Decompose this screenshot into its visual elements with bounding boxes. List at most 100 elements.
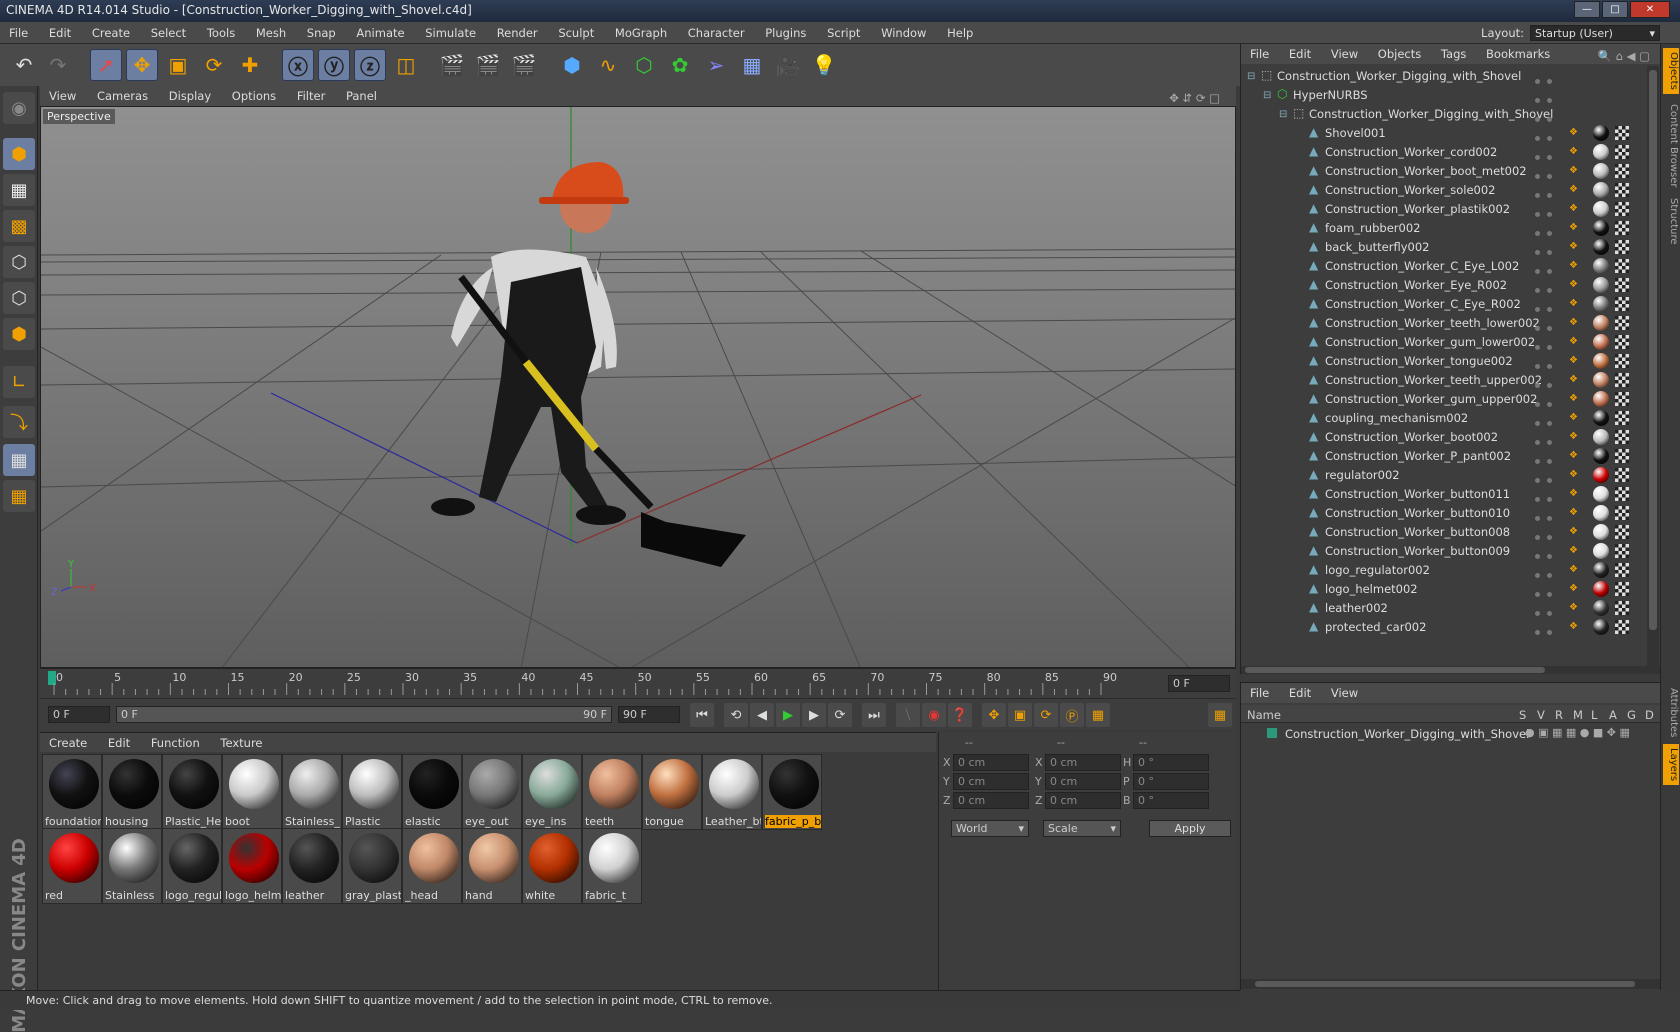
object-row[interactable]: ▲ Construction_Worker_gum_lower002 ❖: [1241, 332, 1646, 352]
visibility-dots[interactable]: [1535, 472, 1563, 483]
visibility-dots[interactable]: [1535, 548, 1563, 559]
menu-help[interactable]: Help: [938, 22, 981, 40]
current-frame-field[interactable]: 0 F: [1168, 675, 1230, 692]
spline-icon[interactable]: ∿: [592, 49, 624, 81]
uvw-tag-icon[interactable]: [1615, 316, 1629, 330]
object-row[interactable]: ▲ logo_regulator002 ❖: [1241, 560, 1646, 580]
coord-value-field[interactable]: 0 °: [1133, 773, 1209, 790]
visibility-dots[interactable]: [1535, 624, 1563, 635]
phong-tag-icon[interactable]: ❖: [1569, 412, 1581, 424]
viewport-menu-options[interactable]: Options: [223, 86, 284, 103]
phong-tag-icon[interactable]: ❖: [1569, 469, 1581, 481]
phong-tag-icon[interactable]: ❖: [1569, 203, 1581, 215]
mograph-icon[interactable]: ✿: [664, 49, 696, 81]
camera-icon[interactable]: 🎥: [772, 49, 804, 81]
phong-tag-icon[interactable]: ❖: [1569, 184, 1581, 196]
object-row[interactable]: ▲ Construction_Worker_C_Eye_L002 ❖: [1241, 256, 1646, 276]
object-row[interactable]: ▲ Construction_Worker_P_pant002 ❖: [1241, 446, 1646, 466]
material-swatch[interactable]: tongue: [642, 754, 702, 830]
uvw-tag-icon[interactable]: [1615, 620, 1629, 634]
material-tag-icon[interactable]: [1593, 182, 1609, 198]
material-tag-icon[interactable]: [1593, 581, 1609, 597]
tab-objects[interactable]: Objects: [1663, 48, 1679, 94]
visibility-dots[interactable]: [1535, 92, 1563, 103]
minimize-button[interactable]: —: [1574, 1, 1600, 18]
visibility-dots[interactable]: [1535, 510, 1563, 521]
tab-attributes[interactable]: Attributes: [1663, 684, 1679, 741]
material-tag-icon[interactable]: [1593, 562, 1609, 578]
timeline-ruler[interactable]: 0 5 10 15 20 25 30 35 40 45 50 55 60 65 70 75 80 85 90 0 F: [40, 668, 1236, 698]
nurbs-icon[interactable]: ⬡: [628, 49, 660, 81]
cube-primitive-icon[interactable]: ⬢: [556, 49, 588, 81]
close-button[interactable]: ✕: [1630, 1, 1670, 18]
object-row[interactable]: ▲ Shovel001 ❖: [1241, 123, 1646, 143]
menu-create[interactable]: Create: [83, 22, 138, 40]
object-row[interactable]: ▲ regulator002 ❖: [1241, 465, 1646, 485]
goto-end-icon[interactable]: ⏭: [862, 703, 886, 727]
material-tag-icon[interactable]: [1593, 429, 1609, 445]
material-swatch[interactable]: elastic: [402, 754, 462, 830]
phong-tag-icon[interactable]: ❖: [1569, 241, 1581, 253]
material-tag-icon[interactable]: [1593, 391, 1609, 407]
goto-start-icon[interactable]: ⏮: [690, 703, 714, 727]
redo-icon[interactable]: ↷: [42, 49, 74, 81]
coord-value-field[interactable]: 0 cm: [953, 754, 1029, 771]
phong-tag-icon[interactable]: ❖: [1569, 165, 1581, 177]
uvw-tag-icon[interactable]: [1615, 164, 1629, 178]
material-tag-icon[interactable]: [1593, 163, 1609, 179]
obj-menu-view[interactable]: View: [1322, 44, 1365, 61]
prev-frame-icon[interactable]: ◀: [750, 703, 774, 727]
phong-tag-icon[interactable]: ❖: [1569, 374, 1581, 386]
viewport-nav-icons[interactable]: ✥ ⇵ ⟳ □: [1160, 88, 1228, 105]
workplane-icon[interactable]: ▩: [3, 210, 35, 242]
material-tag-icon[interactable]: [1593, 125, 1609, 141]
phong-tag-icon[interactable]: ❖: [1569, 336, 1581, 348]
visibility-dots[interactable]: [1535, 453, 1563, 464]
coord-value-field[interactable]: 0 °: [1133, 754, 1209, 771]
object-row[interactable]: ▲ leather002 ❖: [1241, 598, 1646, 618]
material-tag-icon[interactable]: [1593, 239, 1609, 255]
layout-dropdown[interactable]: Startup (User) ▾: [1530, 25, 1660, 41]
prev-key-icon[interactable]: ⟲: [724, 703, 748, 727]
object-row[interactable]: ▲ Construction_Worker_C_Eye_R002 ❖: [1241, 294, 1646, 314]
coord-value-field[interactable]: 0 cm: [953, 773, 1029, 790]
coord-value-field[interactable]: 0 cm: [1045, 754, 1121, 771]
coord-value-field[interactable]: 0 cm: [953, 792, 1029, 809]
snap-magnet-icon[interactable]: ⤵: [3, 406, 35, 438]
visibility-dots[interactable]: [1535, 130, 1563, 141]
phong-tag-icon[interactable]: ❖: [1569, 583, 1581, 595]
material-swatch[interactable]: _head: [402, 828, 462, 904]
phong-tag-icon[interactable]: ❖: [1569, 507, 1581, 519]
material-swatch[interactable]: boot: [222, 754, 282, 830]
phong-tag-icon[interactable]: ❖: [1569, 564, 1581, 576]
phong-tag-icon[interactable]: ❖: [1569, 602, 1581, 614]
menu-character[interactable]: Character: [679, 22, 753, 40]
polygons-mode-icon[interactable]: ⬢: [3, 318, 35, 350]
uvw-tag-icon[interactable]: [1615, 563, 1629, 577]
object-row[interactable]: ▲ Construction_Worker_sole002 ❖: [1241, 180, 1646, 200]
edges-mode-icon[interactable]: ⬡: [3, 282, 35, 314]
material-tag-icon[interactable]: [1593, 296, 1609, 312]
material-menu-function[interactable]: Function: [142, 733, 208, 750]
uvw-tag-icon[interactable]: [1615, 506, 1629, 520]
uvw-tag-icon[interactable]: [1615, 601, 1629, 615]
expand-toggle-icon[interactable]: ⊟: [1247, 71, 1257, 82]
visibility-dots[interactable]: [1535, 567, 1563, 578]
uvw-tag-icon[interactable]: [1615, 354, 1629, 368]
object-row[interactable]: ▲ Construction_Worker_plastik002 ❖: [1241, 199, 1646, 219]
tab-layers[interactable]: Layers: [1663, 744, 1679, 786]
phong-tag-icon[interactable]: ❖: [1569, 431, 1581, 443]
coords-mode-dropdown[interactable]: World ▾: [951, 820, 1029, 837]
points-mode-icon[interactable]: ⬡: [3, 246, 35, 278]
visibility-dots[interactable]: [1535, 377, 1563, 388]
record-disabled-icon[interactable]: ⧹: [896, 703, 920, 727]
end-frame-field[interactable]: 90 F: [618, 706, 680, 723]
visibility-dots[interactable]: [1535, 263, 1563, 274]
uvw-tag-icon[interactable]: [1615, 297, 1629, 311]
y-axis-lock-icon[interactable]: ⓨ: [318, 49, 350, 81]
uvw-tag-icon[interactable]: [1615, 183, 1629, 197]
visibility-dots[interactable]: [1535, 529, 1563, 540]
uvw-tag-icon[interactable]: [1615, 259, 1629, 273]
menu-file[interactable]: File: [0, 22, 36, 40]
material-swatch[interactable]: teeth: [582, 754, 642, 830]
